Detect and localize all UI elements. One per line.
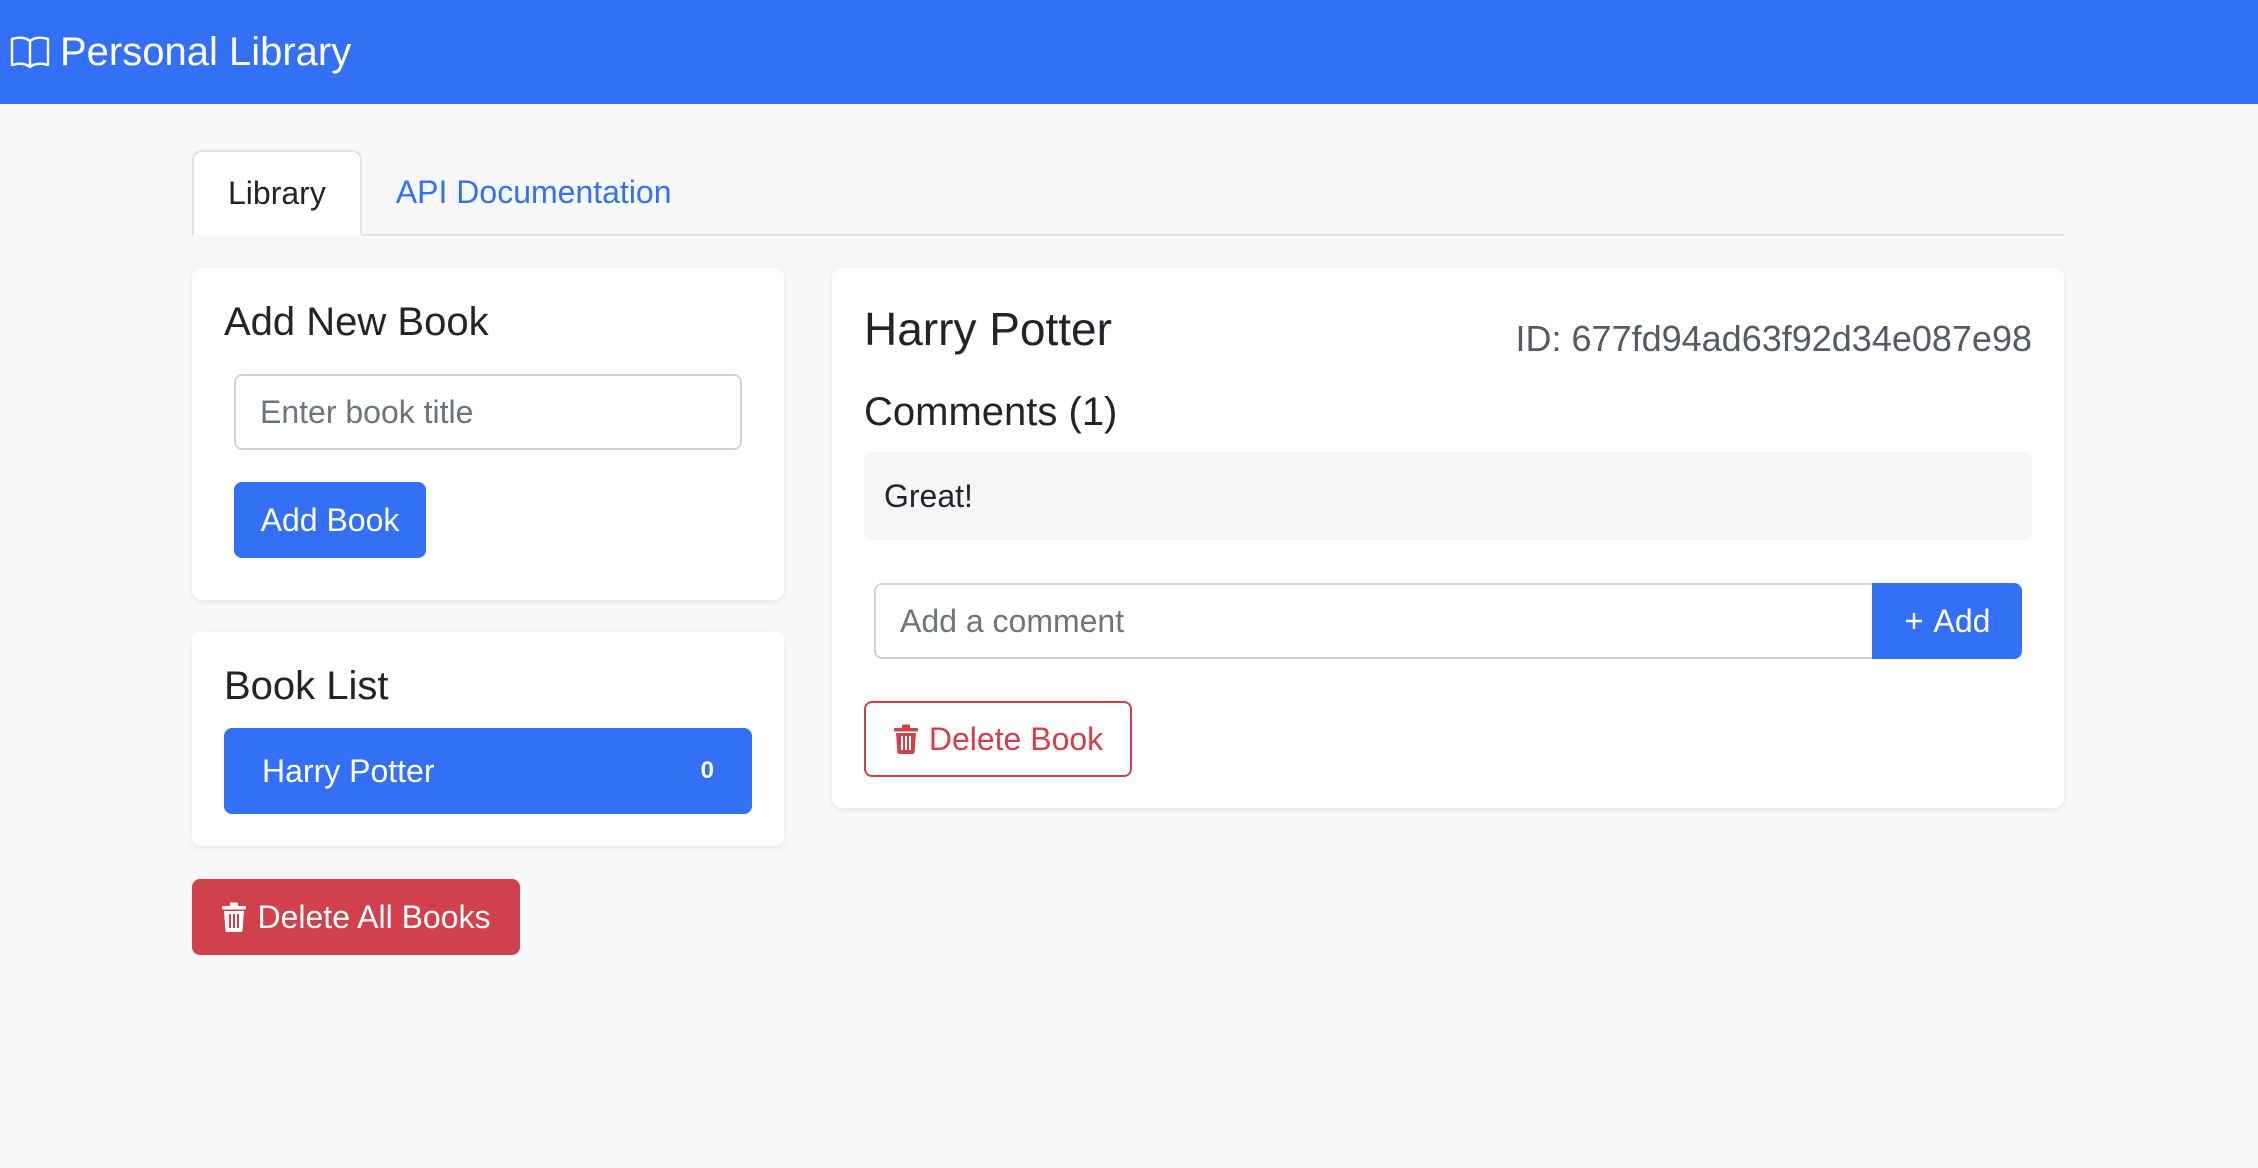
tab-api-documentation[interactable]: API Documentation — [362, 150, 706, 234]
add-comment-button[interactable]: Add — [1872, 583, 2022, 659]
brand-link[interactable]: Personal Library — [10, 30, 351, 75]
comment-input[interactable] — [874, 583, 1874, 659]
tab-library[interactable]: Library — [192, 150, 362, 236]
comment-text: Great! — [884, 477, 973, 514]
book-detail-title: Harry Potter — [864, 303, 1112, 355]
comments-heading: Comments (1) — [864, 390, 1118, 434]
delete-all-books-button[interactable]: Delete All Books — [192, 879, 520, 955]
plus-icon — [1904, 611, 1924, 631]
book-list-title: Book List — [224, 664, 389, 708]
delete-book-label: Delete Book — [928, 720, 1104, 757]
comment-count-badge: 0 — [700, 757, 714, 784]
add-book-button[interactable]: Add Book — [234, 482, 426, 558]
add-book-title: Add New Book — [224, 300, 489, 344]
trash-icon — [893, 724, 919, 754]
add-book-card: Add New Book Add Book — [192, 268, 784, 600]
top-navbar: Personal Library — [0, 0, 2258, 104]
book-detail-card: Harry Potter ID: 677fd94ad63f92d34e087e9… — [832, 268, 2064, 808]
book-list-item[interactable]: Harry Potter 0 — [224, 728, 752, 814]
trash-icon — [221, 902, 247, 932]
book-id-text: ID: 677fd94ad63f92d34e087e98 — [1515, 318, 2032, 359]
book-title-input[interactable] — [234, 374, 742, 450]
delete-book-button[interactable]: Delete Book — [864, 701, 1132, 777]
comment-item: Great! — [864, 452, 2032, 540]
main-tabs: Library API Documentation — [192, 150, 2064, 236]
book-list-item-title: Harry Potter — [262, 752, 435, 789]
book-open-icon — [10, 34, 50, 70]
delete-all-books-label: Delete All Books — [257, 898, 491, 935]
brand-title: Personal Library — [60, 29, 352, 74]
add-comment-label: Add — [1933, 602, 1991, 639]
book-list-card: Book List Harry Potter 0 — [192, 632, 784, 846]
